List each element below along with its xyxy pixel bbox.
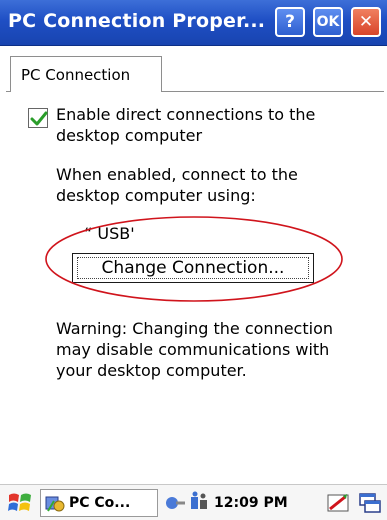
window-title: PC Connection Proper... [8, 10, 266, 32]
tab-panel [6, 91, 384, 481]
task-button-label: PC Co... [69, 495, 131, 511]
clock[interactable]: 12:09 PM [214, 489, 288, 517]
network-icon[interactable] [164, 489, 186, 517]
windows-flag-icon[interactable] [6, 489, 34, 517]
connection-info-text: When enabled, connect to the desktop com… [56, 165, 298, 205]
connection-value: “ USB' [84, 224, 135, 243]
close-button[interactable]: ✕ [351, 7, 381, 37]
desktop-icon[interactable] [358, 489, 382, 517]
help-button[interactable]: ? [275, 7, 305, 37]
checkbox-label: Enable direct connections to the desktop… [56, 105, 316, 145]
enable-direct-connections-checkbox[interactable] [28, 108, 48, 128]
change-connection-button[interactable]: Change Connection... [72, 253, 314, 283]
keyboard-icon[interactable] [325, 489, 353, 517]
title-bar: PC Connection Proper... ? OK ✕ [0, 0, 387, 46]
tab-pc-connection[interactable]: PC Connection [10, 56, 162, 92]
control-panel-icon [45, 496, 65, 512]
change-connection-label: Change Connection... [101, 258, 285, 278]
check-icon [30, 111, 48, 126]
ok-button[interactable]: OK [313, 7, 343, 37]
taskbar: PC Co... 12:09 PM [0, 484, 387, 520]
task-button-pc-connection[interactable]: PC Co... [40, 489, 158, 517]
sync-icon[interactable] [188, 489, 210, 517]
warning-text: Warning: Changing the connection may dis… [56, 319, 333, 380]
